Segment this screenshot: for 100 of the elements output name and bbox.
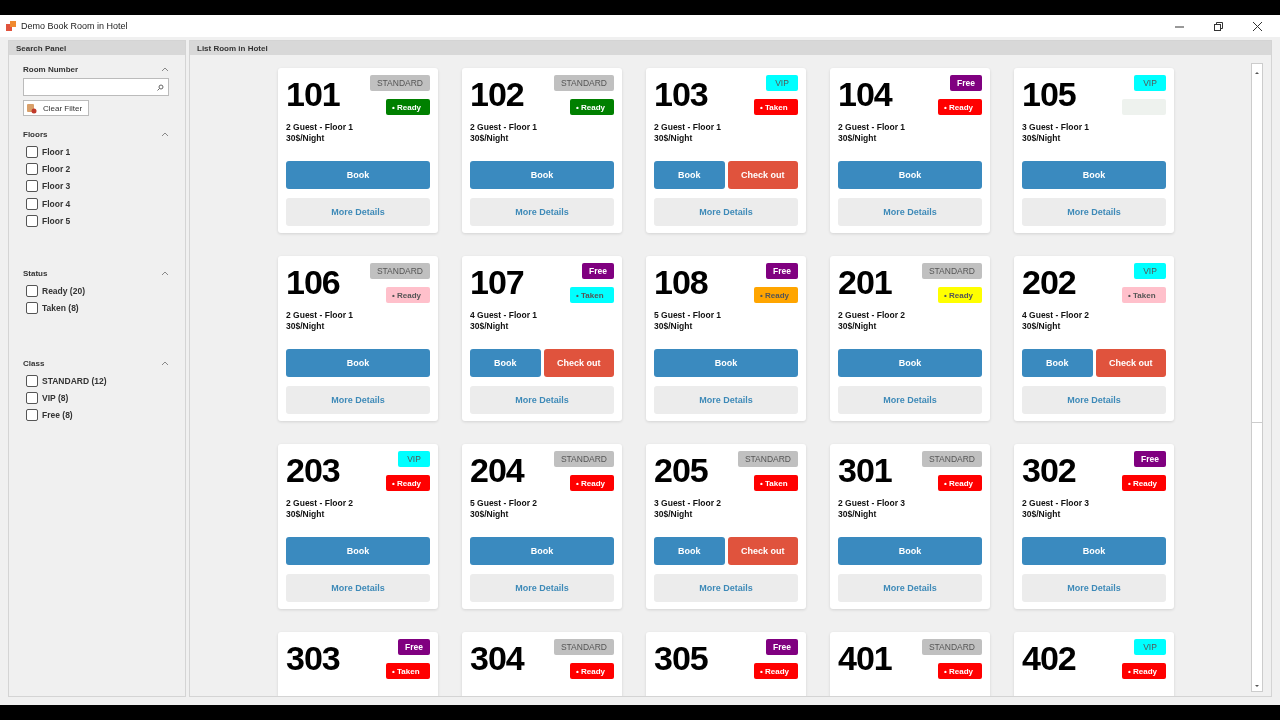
more-details-button[interactable]: More Details [1022,386,1166,414]
room-info: 4 Guest - Floor 1 [470,310,539,322]
class-badge: Free [582,263,614,279]
filter-checkbox[interactable]: Free (8) [23,406,169,424]
collapse-caret-icon[interactable] [161,67,169,72]
room-number: 402 [1022,639,1076,679]
room-info: 2 Guest - Floor 1 [286,310,355,322]
class-badge: Free [950,75,982,91]
book-button[interactable]: Book [654,161,725,190]
book-button[interactable]: Book [838,537,982,566]
section-title: Room Number [23,65,79,74]
more-details-button[interactable]: More Details [838,574,982,602]
more-details-button[interactable]: More Details [1022,574,1166,602]
room-price: 30$/Night [1022,321,1062,333]
room-price: 30$/Night [1022,509,1062,521]
class-badge: STANDARD [369,75,430,91]
filter-checkbox[interactable]: Taken (8) [23,299,169,318]
collapse-caret-icon[interactable] [161,361,169,367]
more-details-button[interactable]: More Details [470,574,614,602]
room-number: 203 [286,451,340,491]
status-badge: • Ready [938,663,982,679]
more-details-button[interactable]: More Details [470,198,614,226]
room-price: 30$/Night [1022,133,1062,145]
clear-filter-button[interactable]: Clear Filter [23,100,90,116]
book-button[interactable]: Book [1022,161,1166,190]
filter-checkbox[interactable]: Floor 5 [23,212,169,230]
check-out-button[interactable]: Check out [1095,349,1166,378]
class-badge: STANDARD [553,75,614,91]
close-icon [1252,21,1262,31]
book-button[interactable]: Book [286,349,430,378]
room-number: 303 [286,639,340,679]
status-badge: • Ready [938,287,982,303]
class-badge: STANDARD [553,451,614,467]
filter-checkbox[interactable]: VIP (8) [23,389,169,407]
more-details-button[interactable]: More Details [286,386,430,414]
status-badge: • Ready [386,475,430,491]
check-out-button[interactable]: Check out [727,161,798,190]
room-number: 305 [654,639,708,679]
room-number: 205 [654,451,708,491]
check-out-button[interactable]: Check out [543,349,614,378]
room-price: 30$/Night [654,133,694,145]
room-info: 2 Guest - Floor 3 [1022,498,1091,510]
book-button[interactable]: Book [286,537,430,566]
class-badge: Free [1134,451,1166,467]
room-price: 30$/Night [838,321,878,333]
book-button[interactable]: Book [1022,349,1093,378]
more-details-button[interactable]: More Details [286,574,430,602]
room-price: 30$/Night [286,509,326,521]
class-badge: VIP [1134,75,1166,91]
book-button[interactable]: Book [1022,537,1166,566]
room-price: 30$/Night [470,133,510,145]
room-price: 30$/Night [838,509,878,521]
room-number: 201 [838,263,892,303]
book-button[interactable]: Book [654,349,798,378]
book-button[interactable]: Book [470,349,541,378]
filter-checkbox[interactable]: Floor 2 [23,160,169,178]
status-badge: • Taken [1122,287,1166,303]
status-badge: • Ready [570,663,614,679]
search-icon [157,83,164,91]
scrollbar[interactable] [1251,63,1263,692]
more-details-button[interactable]: More Details [1022,198,1166,226]
room-number: 302 [1022,451,1076,491]
status-badge: • Ready [386,287,430,303]
filter-checkbox[interactable]: STANDARD (12) [23,372,169,390]
room-price: 30$/Night [286,133,326,145]
class-badge: VIP [1134,639,1166,655]
book-button[interactable]: Book [838,161,982,190]
room-info: 4 Guest - Floor 2 [1022,310,1091,322]
collapse-caret-icon[interactable] [161,132,169,137]
collapse-caret-icon[interactable] [161,271,169,277]
check-out-button[interactable]: Check out [727,537,798,566]
book-button[interactable]: Book [654,537,725,566]
class-badge: STANDARD [553,639,614,655]
book-button[interactable]: Book [286,161,430,190]
more-details-button[interactable]: More Details [286,198,430,226]
more-details-button[interactable]: More Details [654,574,798,602]
filter-checkbox[interactable]: Floor 3 [23,177,169,195]
more-details-button[interactable]: More Details [470,386,614,414]
room-info: 2 Guest - Floor 3 [838,498,907,510]
restore-icon [1213,21,1223,31]
more-details-button[interactable]: More Details [654,386,798,414]
room-info: 3 Guest - Floor 1 [1022,122,1091,134]
more-details-button[interactable]: More Details [838,198,982,226]
room-number: 301 [838,451,892,491]
book-button[interactable]: Book [470,537,614,566]
filter-checkbox[interactable]: Floor 4 [23,194,169,213]
status-badge: • Ready [1122,663,1166,679]
book-button[interactable]: Book [470,161,614,190]
window-title: Demo Book Room in Hotel [21,21,129,31]
room-number: 101 [286,75,340,115]
app-icon [6,21,16,31]
book-button[interactable]: Book [838,349,982,378]
class-badge: VIP [1134,263,1166,279]
filter-checkbox[interactable]: Floor 1 [23,143,169,161]
more-details-button[interactable]: More Details [654,198,798,226]
more-details-button[interactable]: More Details [838,386,982,414]
room-number: 107 [470,263,524,303]
room-number-field[interactable] [23,78,169,96]
filter-checkbox[interactable]: Ready (20) [23,282,169,300]
class-badge: STANDARD [921,263,982,279]
